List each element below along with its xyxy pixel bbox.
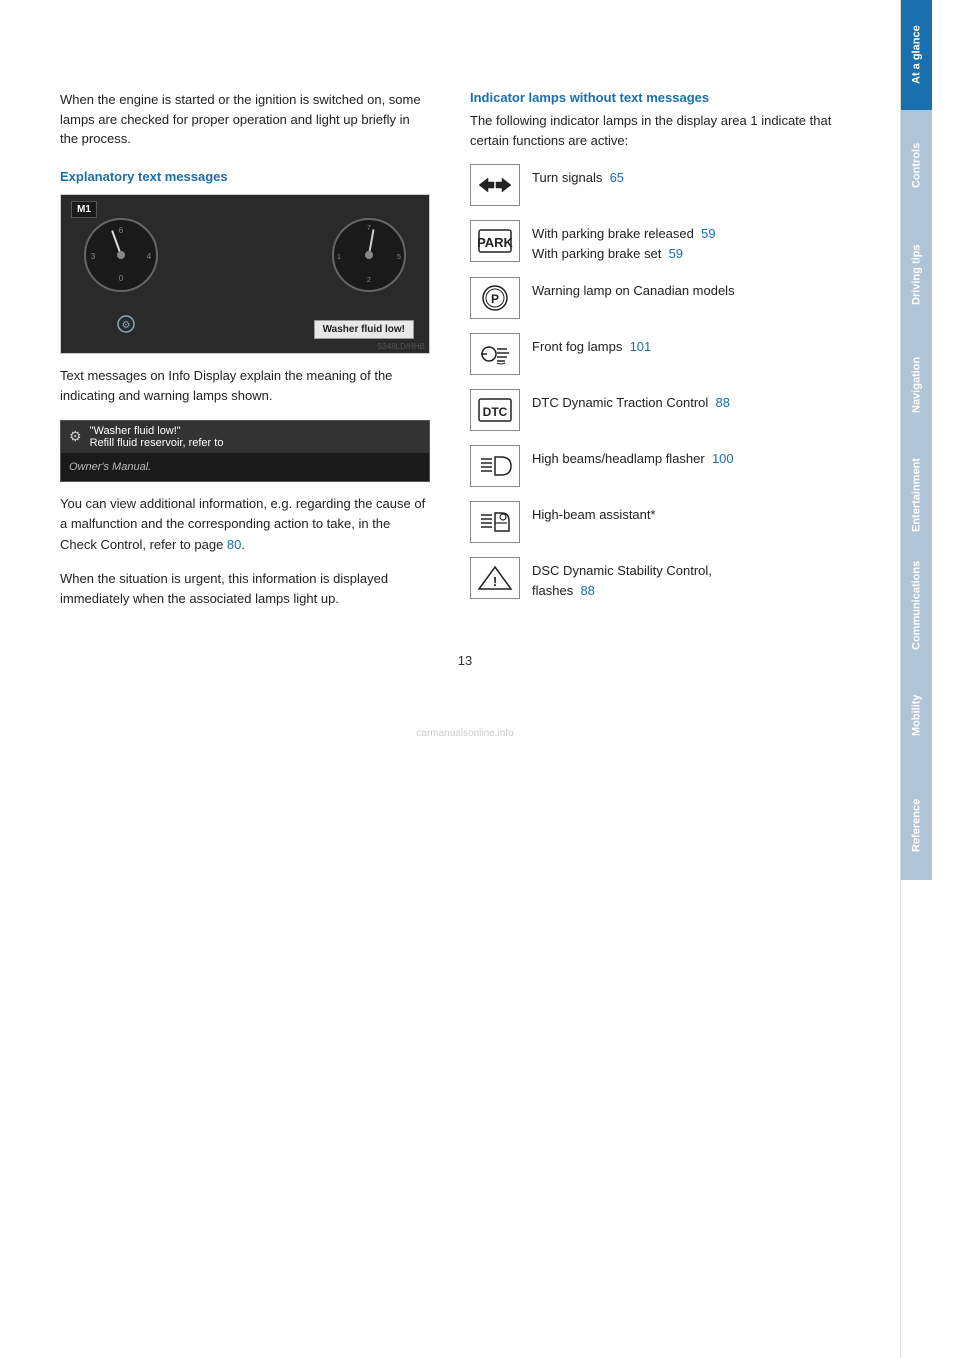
caption3: When the situation is urgent, this infor…	[60, 569, 430, 609]
indicator-section-heading: Indicator lamps without text messages	[470, 90, 850, 105]
fog-icon-box	[470, 333, 520, 375]
turn-signals-page[interactable]: 65	[610, 170, 624, 185]
dashboard-image: M1 6 0 3 4	[60, 194, 430, 354]
high-beams-icon	[477, 451, 513, 481]
parking-set-page[interactable]: 59	[669, 246, 683, 261]
dtc-icon-box: DTC	[470, 389, 520, 431]
high-beams-page[interactable]: 100	[712, 451, 734, 466]
speedometer: 7 2 1 5	[329, 215, 409, 298]
turn-signals-icon-box	[470, 164, 520, 206]
svg-text:P: P	[491, 292, 499, 306]
park-icon-box: PARK	[470, 220, 520, 262]
caption1: Text messages on Info Display explain th…	[60, 366, 430, 406]
sidebar-tab-mobility[interactable]: Mobility	[901, 660, 932, 770]
caption2: You can view additional information, e.g…	[60, 494, 430, 554]
svg-text:!: !	[493, 574, 497, 589]
dsc-page[interactable]: 88	[580, 583, 594, 598]
dsc-text: DSC Dynamic Stability Control, flashes 8…	[532, 557, 712, 600]
image-watermark: S348LD/HHB	[377, 342, 425, 351]
parking-released-page[interactable]: 59	[701, 226, 715, 241]
washer-icon-small: ⚙	[69, 428, 82, 445]
washer-warning-badge: Washer fluid low!	[314, 320, 414, 339]
dsc-icon: !	[477, 563, 513, 593]
high-beam-assistant-text: High-beam assistant*	[532, 501, 656, 525]
svg-text:3: 3	[91, 252, 96, 261]
left-section-heading: Explanatory text messages	[60, 169, 430, 184]
indicator-row-high-beam-assistant: High-beam assistant*	[470, 501, 850, 543]
sidebar-tab-reference[interactable]: Reference	[901, 770, 932, 880]
dsc-icon-box: !	[470, 557, 520, 599]
right-column: Indicator lamps without text messages Th…	[470, 90, 850, 623]
svg-text:⚙: ⚙	[122, 320, 131, 331]
svg-text:7: 7	[367, 225, 371, 232]
washer-symbol: ⚙	[116, 314, 136, 337]
sidebar: At a glance Controls Driving tips Naviga…	[900, 0, 932, 1358]
sidebar-tab-driving-tips[interactable]: Driving tips	[901, 220, 932, 330]
svg-text:6: 6	[119, 226, 124, 235]
page-number: 13	[60, 653, 870, 668]
tachometer: 6 0 3 4	[81, 215, 161, 298]
sidebar-tab-entertainment[interactable]: Entertainment	[901, 440, 932, 550]
sidebar-tab-navigation[interactable]: Navigation	[901, 330, 932, 440]
info-line1: "Washer fluid low!"	[90, 425, 224, 437]
park-icon: PARK	[477, 226, 513, 256]
indicator-row-dtc: DTC DTC Dynamic Traction Control 88	[470, 389, 850, 431]
dtc-icon: DTC	[477, 395, 513, 425]
indicator-row-canadian: P Warning lamp on Canadian models	[470, 277, 850, 319]
canadian-icon-box: P	[470, 277, 520, 319]
svg-text:4: 4	[147, 252, 152, 261]
svg-text:2: 2	[367, 277, 371, 284]
high-beam-assistant-icon	[477, 507, 513, 537]
main-content: When the engine is started or the igniti…	[0, 0, 900, 1358]
left-column: When the engine is started or the igniti…	[60, 90, 430, 623]
svg-text:0: 0	[119, 274, 124, 283]
svg-text:1: 1	[337, 254, 341, 261]
two-column-layout: When the engine is started or the igniti…	[60, 90, 870, 623]
fog-text: Front fog lamps 101	[532, 333, 651, 357]
indicator-intro: The following indicator lamps in the dis…	[470, 111, 850, 150]
owner-manual-line: Owner's Manual.	[69, 461, 151, 473]
high-beams-icon-box	[470, 445, 520, 487]
fog-page[interactable]: 101	[630, 339, 652, 354]
info-line2: Refill fluid reservoir, refer to	[90, 437, 224, 449]
indicator-row-dsc: ! DSC Dynamic Stability Control, flashes…	[470, 557, 850, 600]
caption2-period: .	[241, 537, 245, 552]
svg-text:DTC: DTC	[483, 405, 508, 419]
svg-text:PARK: PARK	[477, 235, 513, 250]
indicator-row-fog: Front fog lamps 101	[470, 333, 850, 375]
info-display-header: ⚙ "Washer fluid low!" Refill fluid reser…	[61, 421, 429, 453]
svg-text:5: 5	[397, 254, 401, 261]
info-display-content: "Washer fluid low!" Refill fluid reservo…	[90, 425, 224, 449]
sidebar-tab-communications[interactable]: Communications	[901, 550, 932, 660]
parking-text: With parking brake released 59 With park…	[532, 220, 716, 263]
link-page-80[interactable]: 80	[227, 537, 241, 552]
intro-paragraph: When the engine is started or the igniti…	[60, 90, 430, 149]
info-display-box: ⚙ "Washer fluid low!" Refill fluid reser…	[60, 420, 430, 483]
sidebar-tab-at-a-glance[interactable]: At a glance	[901, 0, 932, 110]
info-display-body: Owner's Manual.	[61, 453, 429, 482]
high-beams-text: High beams/headlamp flasher 100	[532, 445, 734, 469]
canadian-warning-icon: P	[477, 283, 513, 313]
high-beam-assistant-icon-box	[470, 501, 520, 543]
sidebar-tab-controls[interactable]: Controls	[901, 110, 932, 220]
dashboard-inner: M1 6 0 3 4	[61, 195, 429, 353]
turn-signals-text: Turn signals 65	[532, 164, 624, 188]
indicator-row-high-beams: High beams/headlamp flasher 100	[470, 445, 850, 487]
canadian-text: Warning lamp on Canadian models	[532, 277, 735, 301]
fog-lamp-icon	[477, 339, 513, 369]
dtc-text: DTC Dynamic Traction Control 88	[532, 389, 730, 413]
dtc-page[interactable]: 88	[716, 395, 730, 410]
indicator-row-turn-signals: Turn signals 65	[470, 164, 850, 206]
indicator-row-parking: PARK With parking brake released 59 With…	[470, 220, 850, 263]
turn-signals-icon	[477, 170, 513, 200]
watermark: carmanualsonline.info	[60, 728, 870, 739]
